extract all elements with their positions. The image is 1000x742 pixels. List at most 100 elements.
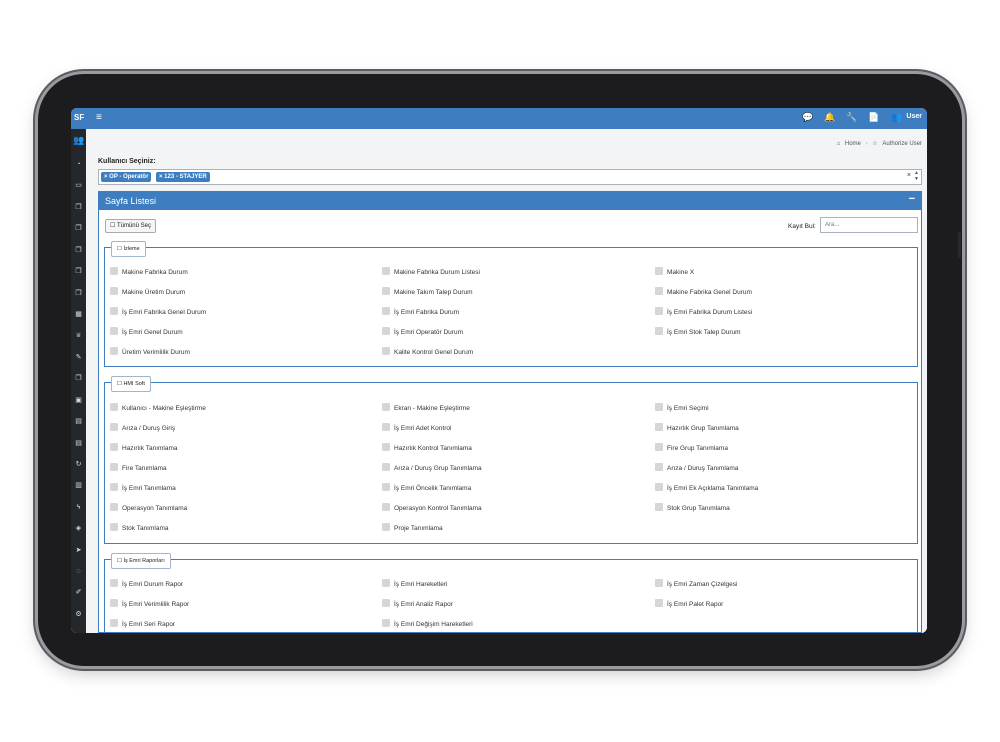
table-icon[interactable]: ▤ — [73, 440, 84, 448]
checkbox[interactable] — [382, 579, 390, 587]
checkbox[interactable] — [382, 403, 390, 411]
page-checkbox-item[interactable]: İş Emri Zaman Çizelgesi — [655, 579, 737, 588]
monitor-icon[interactable]: ▭ — [73, 182, 84, 190]
checkbox[interactable] — [382, 523, 390, 531]
checkbox[interactable] — [110, 599, 118, 607]
checkbox[interactable] — [382, 503, 390, 511]
users-icon[interactable]: 👥 — [73, 136, 84, 145]
page-checkbox-item[interactable]: Kullanıcı - Makine Eşleştirme — [110, 403, 206, 412]
page-checkbox-item[interactable]: Operasyon Kontrol Tanımlama — [382, 503, 482, 512]
page-checkbox-item[interactable]: Makine Fabrika Durum — [110, 267, 188, 276]
users-icon[interactable]: 👥 — [891, 112, 902, 123]
book-icon[interactable]: ▥ — [73, 482, 84, 490]
page-checkbox-item[interactable]: İş Emri Palet Rapor — [655, 599, 723, 608]
dashboard-icon[interactable]: ◔ — [73, 161, 84, 169]
cube-icon[interactable]: ◈ — [73, 525, 84, 533]
copy-icon[interactable]: ❐ — [73, 247, 84, 255]
page-checkbox-item[interactable]: İş Emri Seçimi — [655, 403, 709, 412]
checkbox[interactable] — [382, 267, 390, 275]
page-checkbox-item[interactable]: İş Emri Fabrika Durum Listesi — [655, 307, 752, 316]
checkbox[interactable] — [655, 503, 663, 511]
checkbox[interactable] — [655, 287, 663, 295]
page-checkbox-item[interactable]: Hazırlık Grup Tanımlama — [655, 423, 739, 432]
page-checkbox-item[interactable]: Kalite Kontrol Genel Durum — [382, 347, 473, 356]
selected-tag[interactable]: × 123 - STAJYER — [156, 172, 210, 182]
checkbox[interactable] — [655, 403, 663, 411]
page-checkbox-item[interactable]: İş Emri Fabrika Genel Durum — [110, 307, 206, 316]
page-checkbox-item[interactable]: Arıza / Duruş Tanımlama — [655, 463, 738, 472]
table-icon[interactable]: ▤ — [73, 418, 84, 426]
checkbox[interactable] — [382, 463, 390, 471]
page-checkbox-item[interactable]: İş Emri Operatör Durum — [382, 327, 463, 336]
checkbox[interactable] — [110, 443, 118, 451]
checkbox[interactable] — [110, 523, 118, 531]
checkbox[interactable] — [655, 267, 663, 275]
gear-icon[interactable]: ⚙ — [73, 611, 84, 619]
page-checkbox-item[interactable]: Fire Tanımlama — [110, 463, 167, 472]
user-menu[interactable]: User — [906, 113, 922, 120]
copy-icon[interactable]: ❐ — [73, 225, 84, 233]
chat-icon[interactable]: ◌ — [73, 568, 84, 576]
page-checkbox-item[interactable]: Hazırlık Tanımlama — [110, 443, 178, 452]
checkbox[interactable] — [110, 287, 118, 295]
copy-icon[interactable]: ❐ — [73, 375, 84, 383]
checkbox[interactable] — [382, 599, 390, 607]
checkbox[interactable] — [110, 423, 118, 431]
checkbox[interactable] — [655, 423, 663, 431]
page-checkbox-item[interactable]: Makine X — [655, 267, 694, 276]
page-checkbox-item[interactable]: İş Emri Analiz Rapor — [382, 599, 453, 608]
page-checkbox-item[interactable]: Stok Grup Tanımlama — [655, 503, 730, 512]
page-checkbox-item[interactable]: Ekran - Makine Eşleştirme — [382, 403, 470, 412]
search-input[interactable] — [820, 217, 918, 233]
checkbox[interactable] — [655, 483, 663, 491]
page-checkbox-item[interactable]: Operasyon Tanımlama — [110, 503, 187, 512]
checkbox[interactable] — [110, 463, 118, 471]
select-all-button[interactable]: ☐ Tümünü Seç — [105, 219, 156, 233]
page-checkbox-item[interactable]: İş Emri Hareketleri — [382, 579, 447, 588]
checkbox[interactable] — [110, 403, 118, 411]
checkbox[interactable] — [382, 287, 390, 295]
refresh-icon[interactable]: ↻ — [73, 461, 84, 469]
checkbox[interactable] — [655, 463, 663, 471]
page-checkbox-item[interactable]: Stok Tanımlama — [110, 523, 168, 532]
page-checkbox-item[interactable]: İş Emri Değişim Hareketleri — [382, 619, 473, 628]
collapse-icon[interactable]: − — [909, 193, 915, 205]
checkbox[interactable] — [655, 327, 663, 335]
page-checkbox-item[interactable]: İş Emri Fabrika Durum — [382, 307, 459, 316]
user-select[interactable]: × OP - Operatör × 123 - STAJYER × ▲ ▼ — [98, 169, 922, 185]
chat-icon[interactable]: 💬 — [802, 112, 813, 123]
group-checkbox[interactable]: ☐ İzleme — [111, 241, 146, 257]
copy-icon[interactable]: ❐ — [73, 290, 84, 298]
bolt-icon[interactable]: ϟ — [73, 504, 84, 512]
wrench-icon[interactable]: 🔧 — [846, 112, 857, 123]
checkbox[interactable] — [382, 423, 390, 431]
page-checkbox-item[interactable]: İş Emri Seri Rapor — [110, 619, 175, 628]
checkbox[interactable] — [110, 503, 118, 511]
checkbox[interactable] — [655, 599, 663, 607]
pencil-icon[interactable]: ✐ — [73, 589, 84, 597]
page-checkbox-item[interactable]: Arıza / Duruş Giriş — [110, 423, 175, 432]
bell-icon[interactable]: 🔔 — [824, 112, 835, 123]
checkbox[interactable] — [382, 483, 390, 491]
checkbox[interactable] — [655, 443, 663, 451]
wrench-icon[interactable]: ✎ — [73, 354, 84, 362]
page-checkbox-item[interactable]: İş Emri Durum Rapor — [110, 579, 183, 588]
copy-icon[interactable]: ❐ — [73, 268, 84, 276]
page-checkbox-item[interactable]: İş Emri Tanımlama — [110, 483, 176, 492]
group-checkbox[interactable]: ☐ İş Emri Raporları — [111, 553, 171, 569]
send-icon[interactable]: ➤ — [73, 547, 84, 555]
checkbox[interactable] — [382, 443, 390, 451]
clear-selection-icon[interactable]: × — [907, 172, 911, 179]
page-checkbox-item[interactable]: İş Emri Öncelik Tanımlama — [382, 483, 471, 492]
page-checkbox-item[interactable]: Makine Takım Talep Durum — [382, 287, 473, 296]
brand-logo[interactable]: SF — [74, 113, 84, 122]
selected-tag[interactable]: × OP - Operatör — [101, 172, 152, 182]
page-checkbox-item[interactable]: Proje Tanımlama — [382, 523, 443, 532]
checkbox[interactable] — [110, 347, 118, 355]
checkbox[interactable] — [655, 579, 663, 587]
page-checkbox-item[interactable]: Arıza / Duruş Grup Tanımlama — [382, 463, 482, 472]
page-checkbox-item[interactable]: Makine Fabrika Durum Listesi — [382, 267, 480, 276]
checkbox[interactable] — [382, 327, 390, 335]
page-checkbox-item[interactable]: İş Emri Adet Kontrol — [382, 423, 451, 432]
breadcrumb-home[interactable]: Home — [845, 141, 861, 147]
